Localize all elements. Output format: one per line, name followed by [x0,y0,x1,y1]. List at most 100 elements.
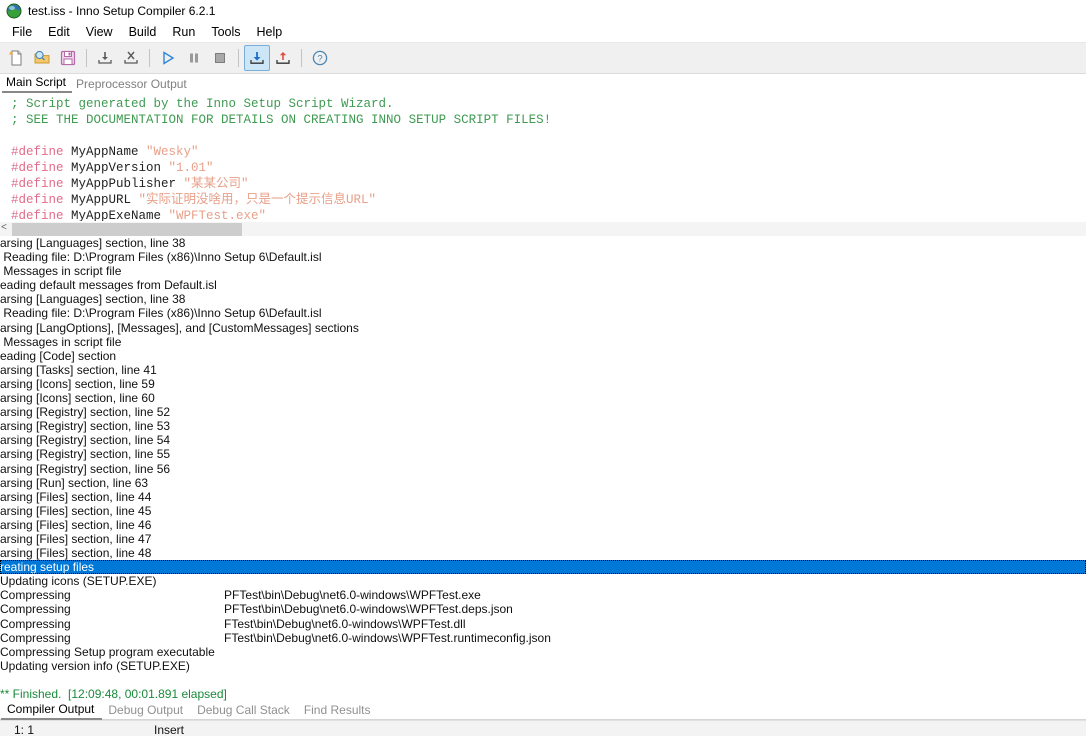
menu-help[interactable]: Help [249,23,291,41]
build-output-button[interactable] [270,45,296,71]
code-directive: #define [11,161,72,175]
log-line[interactable]: eading [Code] section [0,349,1086,363]
tab-find-results[interactable]: Find Results [298,702,379,719]
tab-main-script[interactable]: Main Script [2,74,73,93]
status-bar: 1: 1 Insert [0,720,1086,736]
save-disk-icon [60,50,76,66]
log-line[interactable]: arsing [Files] section, line 46 [0,518,1086,532]
tab-preprocessor-output[interactable]: Preprocessor Output [72,76,193,93]
log-line[interactable]: arsing [Run] section, line 63 [0,476,1086,490]
run-button[interactable] [155,45,181,71]
scrollbar-left-marker: < [1,223,8,234]
code-comment: ; SEE THE DOCUMENTATION FOR DETAILS ON C… [11,113,552,127]
log-line[interactable]: arsing [Registry] section, line 56 [0,462,1086,476]
title-bar: test.iss - Inno Setup Compiler 6.2.1 [0,0,1086,22]
menu-build[interactable]: Build [121,23,165,41]
code-line: #define MyAppName "Wesky" [0,144,1086,160]
log-line[interactable]: Updating icons (SETUP.EXE) [0,574,1086,588]
code-line: #define MyAppVersion "1.01" [0,160,1086,176]
tab-debug-output[interactable]: Debug Output [102,702,191,719]
editor-horizontal-scrollbar[interactable]: < [0,221,1086,236]
svg-text:?: ? [317,54,322,65]
tab-debug-call-stack[interactable]: Debug Call Stack [191,702,298,719]
log-line[interactable] [0,673,1086,687]
log-line[interactable]: arsing [Icons] section, line 59 [0,377,1086,391]
script-editor[interactable]: ; Script generated by the Inno Setup Scr… [0,93,1086,221]
inno-setup-compiler-window: test.iss - Inno Setup Compiler 6.2.1 Fil… [0,0,1086,736]
log-line[interactable]: arsing [LangOptions], [Messages], and [C… [0,321,1086,335]
editor-tab-strip: Main Script Preprocessor Output [0,74,1086,93]
menu-run[interactable]: Run [164,23,203,41]
log-line-selected[interactable]: reating setup files [0,560,1086,575]
log-line[interactable]: eading default messages from Default.isl [0,278,1086,292]
log-line[interactable]: arsing [Files] section, line 48 [0,546,1086,560]
log-line[interactable]: arsing [Languages] section, line 38 [0,292,1086,306]
pause-button[interactable] [181,45,207,71]
log-line[interactable]: ** Finished. [12:09:48, 00:01.891 elapse… [0,687,1086,701]
log-line[interactable]: Compressing FTest\bin\Debug\net6.0-windo… [0,631,1086,645]
compile-download-icon [250,52,264,64]
log-line[interactable]: Compressing Setup program executable [0,645,1086,659]
status-cursor-position: 1: 1 [14,722,35,736]
log-line[interactable]: Updating version info (SETUP.EXE) [0,659,1086,673]
log-line[interactable]: Compressing PFTest\bin\Debug\net6.0-wind… [0,588,1086,602]
stop-button[interactable] [207,45,233,71]
save-file-button[interactable] [55,45,81,71]
code-directive: #define [11,177,72,191]
open-folder-icon [34,50,50,64]
toolbar-separator-1 [86,49,87,67]
compiler-output-log[interactable]: arsing [Languages] section, line 38 Read… [0,236,1086,702]
tab-compiler-output[interactable]: Compiler Output [1,701,103,720]
log-line[interactable]: Reading file: D:\Program Files (x86)\Inn… [0,250,1086,264]
code-comment: ; Script generated by the Inno Setup Scr… [11,97,394,111]
log-line[interactable]: Messages in script file [0,264,1086,278]
code-line: ; SEE THE DOCUMENTATION FOR DETAILS ON C… [0,112,1086,128]
code-string: "实际证明没啥用，只是一个提示信息URL" [138,193,377,207]
log-line[interactable]: Reading file: D:\Program Files (x86)\Inn… [0,306,1086,320]
code-string: "WPFTest.exe" [168,209,267,221]
menu-view[interactable]: View [78,23,121,41]
app-logo-icon [6,3,22,19]
tray-x-icon [124,51,138,64]
log-line[interactable]: arsing [Registry] section, line 52 [0,405,1086,419]
import-button[interactable] [92,45,118,71]
log-line[interactable]: arsing [Languages] section, line 38 [0,236,1086,250]
code-directive: #define [11,209,72,221]
code-line: ; Script generated by the Inno Setup Scr… [0,96,1086,112]
scrollbar-thumb[interactable] [12,223,242,236]
new-file-button[interactable] [3,45,29,71]
menu-tools[interactable]: Tools [203,23,248,41]
menu-file[interactable]: File [4,23,40,41]
code-identifier: MyAppExeName [71,209,169,221]
status-insert-mode: Insert [154,722,185,736]
stop-square-icon [215,53,225,63]
code-line: #define MyAppPublisher "某某公司" [0,176,1086,192]
log-line[interactable]: arsing [Registry] section, line 54 [0,433,1086,447]
log-line[interactable]: arsing [Tasks] section, line 41 [0,363,1086,377]
log-line[interactable]: arsing [Files] section, line 47 [0,532,1086,546]
cut-button[interactable] [118,45,144,71]
compile-button[interactable] [244,45,270,71]
log-line[interactable]: arsing [Registry] section, line 55 [0,447,1086,461]
new-file-icon [8,50,22,66]
menu-bar: File Edit View Build Run Tools Help [0,22,1086,43]
log-line[interactable]: arsing [Files] section, line 45 [0,504,1086,518]
code-line: #define MyAppURL "实际证明没啥用，只是一个提示信息URL" [0,192,1086,208]
help-button[interactable]: ? [307,45,333,71]
code-directive: #define [11,193,72,207]
log-line[interactable]: arsing [Registry] section, line 53 [0,419,1086,433]
open-file-button[interactable] [29,45,55,71]
log-line[interactable]: Messages in script file [0,335,1086,349]
log-line[interactable]: Compressing PFTest\bin\Debug\net6.0-wind… [0,602,1086,616]
toolbar: ? [0,43,1086,74]
code-identifier: MyAppVersion [71,161,169,175]
menu-edit[interactable]: Edit [40,23,78,41]
toolbar-separator-2 [149,49,150,67]
log-line[interactable]: Compressing FTest\bin\Debug\net6.0-windo… [0,617,1086,631]
log-line[interactable]: arsing [Files] section, line 44 [0,490,1086,504]
code-string: "Wesky" [146,145,199,159]
output-tab-strip: Compiler Output Debug Output Debug Call … [0,702,1086,720]
tray-down-arrow-icon [98,52,112,64]
log-line[interactable]: arsing [Icons] section, line 60 [0,391,1086,405]
